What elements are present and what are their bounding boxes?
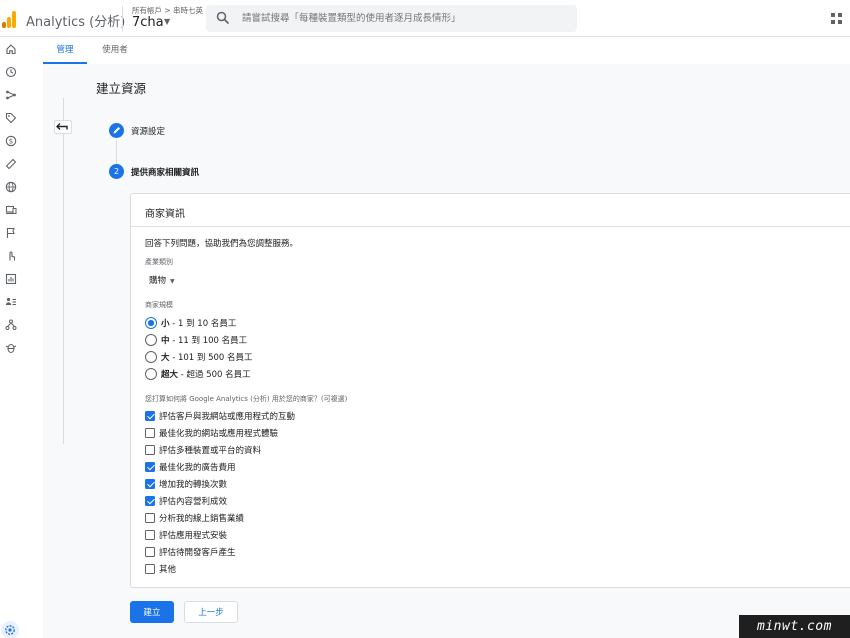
card-divider (131, 226, 850, 227)
industry-label: 產業類別 (145, 258, 173, 266)
analytics-logo-icon[interactable] (0, 8, 17, 28)
home-icon[interactable] (5, 43, 17, 55)
svg-text:$: $ (9, 138, 13, 146)
stepper-track (63, 98, 64, 444)
previous-button[interactable]: 上一步 (184, 601, 238, 623)
usage-option-label: 其他 (159, 565, 177, 575)
size-name: 小 (161, 319, 170, 329)
search-bar[interactable] (206, 5, 577, 32)
bug-icon[interactable] (5, 342, 17, 354)
step-connector (116, 140, 117, 165)
checkbox[interactable] (145, 513, 155, 523)
checkbox[interactable] (145, 411, 155, 421)
size-name: 超大 (161, 370, 179, 380)
usage-option-label: 增加我的轉換次數 (159, 480, 228, 490)
explore-icon[interactable] (5, 89, 17, 101)
undo-arrow-icon (56, 123, 68, 130)
size-range: - 11 到 100 名員工 (169, 336, 248, 346)
step-1-complete[interactable] (109, 123, 124, 138)
touch-icon[interactable] (5, 250, 17, 262)
checkbox[interactable] (145, 530, 155, 540)
page-title: 建立資源 (96, 81, 147, 96)
usage-option-label: 分析我的線上銷售業績 (159, 514, 245, 524)
search-input[interactable] (242, 5, 572, 32)
gear-icon[interactable] (0, 620, 22, 638)
search-icon (216, 11, 230, 25)
report-icon[interactable] (5, 273, 17, 285)
admin-tabs: 管理 使用者 (43, 37, 850, 64)
usage-option-label: 最佳化我的廣告費用 (159, 463, 236, 473)
app-title[interactable]: Analytics (分析) (26, 11, 125, 30)
ruler-icon[interactable] (5, 158, 17, 170)
size-range: - 超過 500 名員工 (178, 370, 251, 380)
usage-option-label: 最佳化我的網站或應用程式體驗 (159, 429, 279, 439)
usage-option-label: 評估內容營利成效 (159, 497, 228, 507)
flag-icon[interactable] (5, 227, 17, 239)
header-divider (122, 6, 123, 31)
checkbox[interactable] (145, 564, 155, 574)
size-name: 大 (161, 353, 170, 363)
step-2-badge: 2 (109, 164, 124, 179)
checkbox[interactable] (145, 462, 155, 472)
network-icon[interactable] (5, 319, 17, 331)
pencil-icon (113, 127, 120, 134)
radio-button[interactable] (145, 368, 157, 380)
usage-option-label: 評估應用程式安裝 (159, 531, 228, 541)
size-range: - 1 到 10 名員工 (169, 319, 237, 329)
apps-grid-icon[interactable] (831, 13, 842, 24)
business-info-card: 商家資訊 回答下列問題，協助我們為您調整服務。 產業類別 購物 ▼ 商家規模 小 … (130, 193, 850, 588)
devices-icon[interactable] (5, 204, 17, 216)
audience-icon[interactable] (5, 296, 17, 308)
main-content: 建立資源 資源設定 2 提供商家相關資訊 商家資訊 回答下列問題，協助我們為您調… (43, 64, 850, 638)
step-1-label[interactable]: 資源設定 (131, 125, 165, 137)
clock-icon[interactable] (5, 66, 17, 78)
top-app-bar: Analytics (分析) 所有帳戶 > 串時七英 7cha ▼ (0, 0, 850, 37)
card-title: 商家資訊 (145, 209, 185, 220)
create-button[interactable]: 建立 (130, 601, 174, 623)
left-nav-rail: $ (0, 37, 22, 638)
checkbox[interactable] (145, 445, 155, 455)
usage-option-label: 評估多種裝置或平台的資料 (159, 446, 262, 456)
watermark: minwt.com (739, 615, 850, 638)
step-2-label: 提供商家相關資訊 (131, 168, 200, 178)
industry-dropdown[interactable]: 購物 ▼ (149, 274, 175, 288)
usage-label: 您打算如何將 Google Analytics (分析) 用於您的商家？(可複選… (145, 395, 348, 403)
globe-icon[interactable] (5, 181, 17, 193)
card-intro: 回答下列問題，協助我們為您調整服務。 (145, 239, 299, 249)
usage-option-label: 評估待開發客戶產生 (159, 548, 236, 558)
usage-option-label: 評估客戶與我網站或應用程式的互動 (159, 412, 296, 422)
dollar-icon[interactable]: $ (5, 135, 17, 147)
checkbox[interactable] (145, 496, 155, 506)
checkbox[interactable] (145, 479, 155, 489)
size-name: 中 (161, 336, 170, 346)
business-size-label: 商家規模 (145, 301, 173, 309)
tag-icon[interactable] (5, 112, 17, 124)
radio-button[interactable] (145, 334, 157, 346)
tab-users[interactable]: 使用者 (95, 37, 135, 64)
chevron-down-icon[interactable]: ▼ (164, 17, 170, 26)
tab-admin[interactable]: 管理 (43, 37, 87, 64)
property-name[interactable]: 7cha (132, 15, 164, 30)
radio-button[interactable] (145, 351, 157, 363)
caret-down-icon: ▼ (170, 278, 175, 285)
checkbox[interactable] (145, 547, 155, 557)
industry-value: 購物 (149, 276, 167, 286)
back-button[interactable] (54, 120, 72, 134)
checkbox[interactable] (145, 428, 155, 438)
radio-button[interactable] (145, 317, 157, 329)
size-range: - 101 到 500 名員工 (169, 353, 253, 363)
